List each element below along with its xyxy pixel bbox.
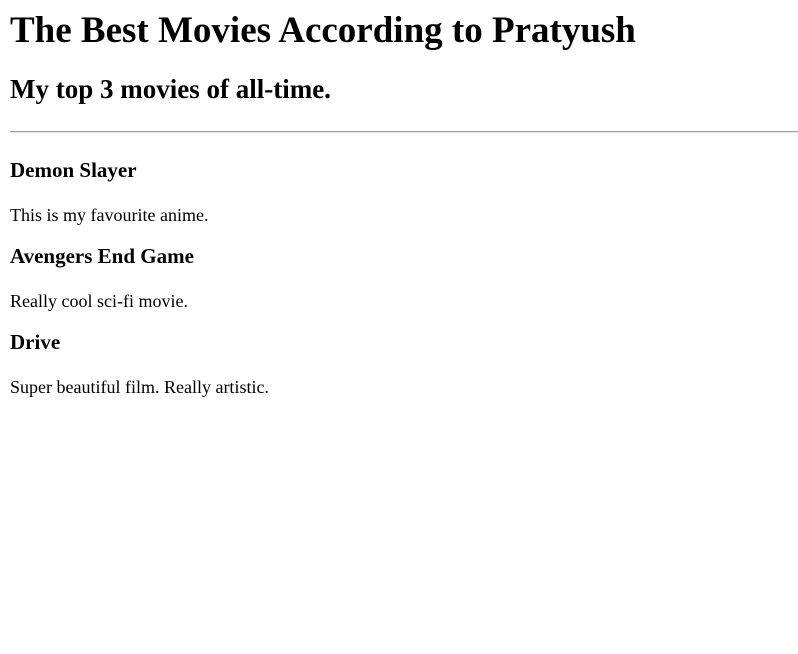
movie-item: Drive Super beautiful film. Really artis… xyxy=(10,329,798,398)
movie-item: Avengers End Game Really cool sci-fi mov… xyxy=(10,243,798,312)
movie-description: Super beautiful film. Really artistic. xyxy=(10,377,269,397)
movie-description: Really cool sci-fi movie. xyxy=(10,291,188,311)
movie-item: Demon Slayer This is my favourite anime. xyxy=(10,157,798,226)
page-title: The Best Movies According to Pratyush xyxy=(10,10,636,51)
movie-description: This is my favourite anime. xyxy=(10,205,209,225)
movie-list: Demon Slayer This is my favourite anime.… xyxy=(10,133,798,398)
movie-title: Drive xyxy=(10,330,61,354)
page-content: The Best Movies According to Pratyush My… xyxy=(0,0,798,398)
movie-title: Demon Slayer xyxy=(10,158,137,182)
page-subtitle: My top 3 movies of all-time. xyxy=(10,74,331,104)
movie-title: Avengers End Game xyxy=(10,244,194,268)
